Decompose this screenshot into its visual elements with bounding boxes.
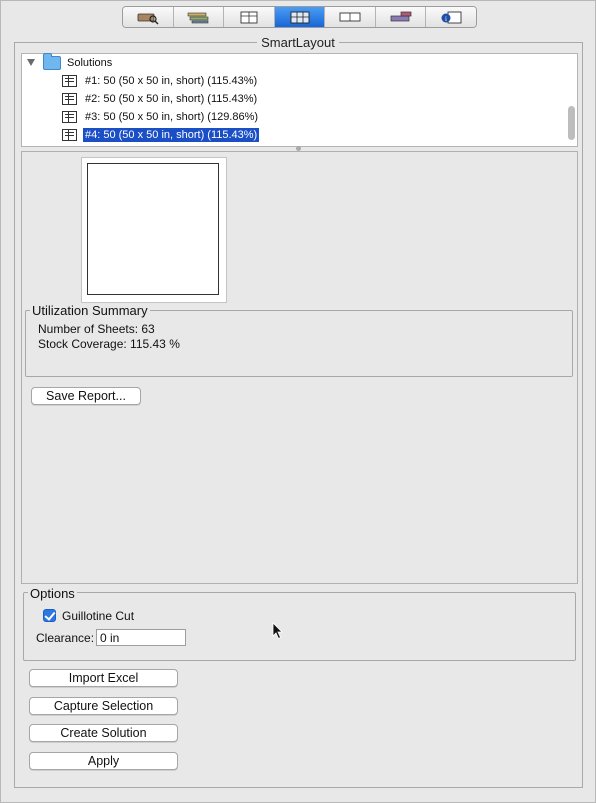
capture-selection-button[interactable]: Capture Selection xyxy=(29,697,178,715)
svg-text:i: i xyxy=(445,15,447,23)
apply-button[interactable]: Apply xyxy=(29,752,178,770)
tree-root-solutions[interactable]: Solutions xyxy=(27,52,113,71)
tree-item-solution-2[interactable]: #2: 50 (50 x 50 in, short) (115.43%) xyxy=(62,90,259,107)
scan-sofa-icon xyxy=(137,13,159,25)
save-report-button[interactable]: Save Report... xyxy=(31,387,141,405)
clearance-input[interactable] xyxy=(96,629,186,646)
guillotine-cut-label[interactable]: Guillotine Cut xyxy=(62,609,134,623)
tree-scrollbar[interactable] xyxy=(568,106,575,140)
expand-triangle-icon[interactable] xyxy=(27,59,35,66)
tree-root-label: Solutions xyxy=(67,56,113,69)
panel-tool-button[interactable] xyxy=(325,7,376,27)
layout-sheet-icon xyxy=(62,110,77,123)
number-of-sheets-text: Number of Sheets: 63 xyxy=(38,322,155,336)
folder-icon xyxy=(43,52,61,70)
solutions-tree[interactable]: Solutions #1: 50 (50 x 50 in, short) (11… xyxy=(21,52,578,147)
info-tool-button[interactable]: i xyxy=(426,7,476,27)
layout-sheet-icon xyxy=(62,92,77,105)
mouse-pointer-icon xyxy=(272,622,283,640)
guillotine-cut-checkbox[interactable] xyxy=(43,609,56,622)
info-cabinet-icon: i xyxy=(441,11,462,24)
utilization-summary-title: Utilization Summary xyxy=(30,303,150,318)
stacked-boards-icon xyxy=(188,12,209,24)
layout-sheet-icon xyxy=(62,128,77,141)
panel-icon xyxy=(339,12,361,22)
cabinet-tool-button[interactable] xyxy=(224,7,275,27)
tree-item-solution-3[interactable]: #3: 50 (50 x 50 in, short) (129.86%) xyxy=(62,108,260,125)
options-title: Options xyxy=(28,586,77,601)
options-group xyxy=(23,592,576,661)
tree-item-solution-4[interactable]: #4: 50 (50 x 50 in, short) (115.43%) xyxy=(62,126,260,143)
smartlayout-tool-button[interactable] xyxy=(274,7,326,27)
tool-toolbar: i xyxy=(122,6,477,28)
cabinet-outline-icon xyxy=(240,11,258,24)
boards-tool-button[interactable] xyxy=(173,7,225,27)
cut-tool-button[interactable] xyxy=(375,7,427,27)
smartlayout-icon xyxy=(290,11,309,24)
clearance-label: Clearance: xyxy=(36,631,95,645)
stock-coverage-text: Stock Coverage: 115.43 % xyxy=(38,337,180,351)
solution-label-selected: #4: 50 (50 x 50 in, short) (115.43%) xyxy=(83,127,260,142)
layout-sheet-icon xyxy=(62,74,77,87)
import-excel-button[interactable]: Import Excel xyxy=(29,669,178,687)
solution-label: #3: 50 (50 x 50 in, short) (129.86%) xyxy=(85,110,259,123)
sheet-preview xyxy=(87,163,219,295)
solution-label: #1: 50 (50 x 50 in, short) (115.43%) xyxy=(85,74,258,87)
create-solution-button[interactable]: Create Solution xyxy=(29,724,178,742)
scan-tool-button[interactable] xyxy=(123,7,174,27)
panel-title: SmartLayout xyxy=(0,35,596,50)
solution-label: #2: 50 (50 x 50 in, short) (115.43%) xyxy=(85,92,258,105)
tree-item-solution-1[interactable]: #1: 50 (50 x 50 in, short) (115.43%) xyxy=(62,72,259,89)
cut-board-icon xyxy=(390,11,412,22)
